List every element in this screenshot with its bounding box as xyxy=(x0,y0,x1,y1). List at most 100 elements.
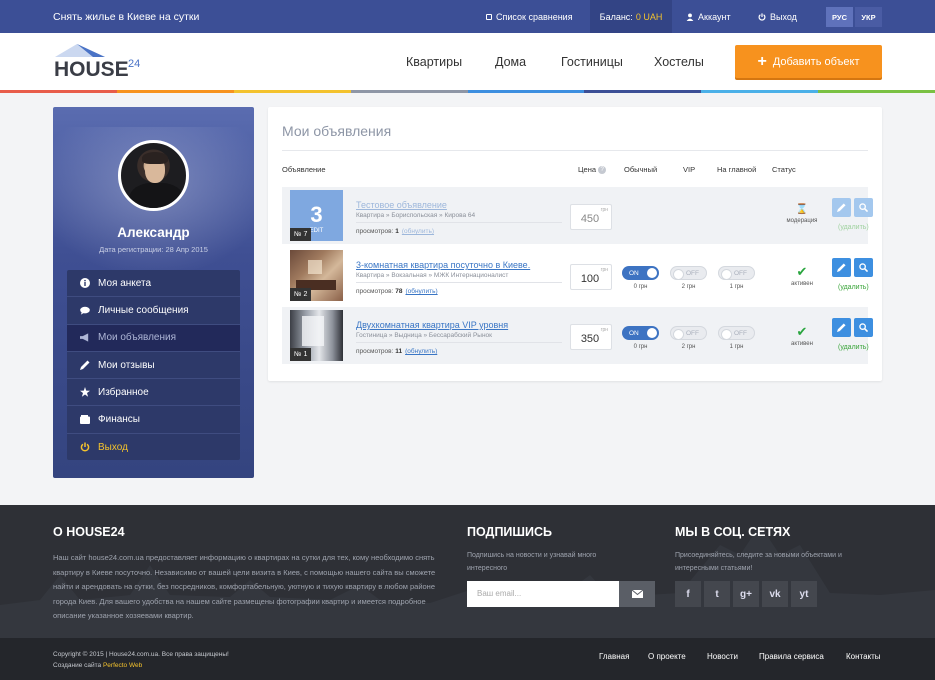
col-vip: VIP xyxy=(683,165,696,174)
listing-title[interactable]: Тестовое объявление xyxy=(356,200,447,210)
menu-my-listings[interactable]: Мои объявления xyxy=(67,324,240,352)
footer-link-contacts[interactable]: Контакты xyxy=(846,652,881,661)
copyright: Copyright © 2015 | House24.com.ua. Все п… xyxy=(53,649,229,671)
price-value: 450 xyxy=(580,213,600,225)
nav-apartments[interactable]: Квартиры xyxy=(406,55,462,69)
youtube-icon[interactable]: yt xyxy=(791,581,817,607)
price-field[interactable]: грн 100 xyxy=(570,264,612,290)
reset-views-link[interactable]: (обнулить) xyxy=(402,228,434,235)
nav-houses[interactable]: Дома xyxy=(495,55,526,69)
nav-hostels[interactable]: Хостелы xyxy=(654,55,704,69)
view-button[interactable] xyxy=(854,318,873,337)
view-button[interactable] xyxy=(854,198,873,217)
status-label: активен xyxy=(791,281,813,287)
balance-value: 0 UAH xyxy=(635,11,663,22)
menu-finances[interactable]: Финансы xyxy=(67,406,240,434)
edit-button[interactable] xyxy=(832,258,851,277)
menu-messages[interactable]: Личные сообщения xyxy=(67,297,240,325)
table-row: 3 EDIT № 7 Тестовое объявление Квартира … xyxy=(282,187,873,244)
reset-views-link[interactable]: (обнулить) xyxy=(405,348,437,355)
menu-logout[interactable]: Выход xyxy=(67,434,240,461)
delete-link[interactable]: (удалить) xyxy=(838,344,869,351)
email-input[interactable]: Ваш email... xyxy=(467,581,619,607)
vip-price-caption: 2 грн xyxy=(681,344,696,350)
subscribe-button[interactable] xyxy=(619,581,655,607)
delete-link[interactable]: (удалить) xyxy=(838,284,869,291)
listing-views: просмотров: 11 (обнулить) xyxy=(356,348,437,355)
footer-link-news[interactable]: Новости xyxy=(707,652,738,661)
compare-label: Список сравнения xyxy=(496,12,573,22)
menu-reviews[interactable]: Мои отзывы xyxy=(67,352,240,380)
footer-link-home[interactable]: Главная xyxy=(599,652,629,661)
google-plus-icon[interactable]: g+ xyxy=(733,581,759,607)
lang-ru-button[interactable]: РУС xyxy=(826,7,853,27)
avatar[interactable] xyxy=(118,140,189,211)
lang-ua-button[interactable]: УКР xyxy=(855,7,882,27)
regular-price-caption: 0 грн xyxy=(633,284,648,290)
about-title: О HOUSE24 xyxy=(53,525,125,539)
home-toggle[interactable]: OFF xyxy=(718,326,755,340)
add-object-button[interactable]: + Добавить объект xyxy=(735,45,882,78)
wallet-icon xyxy=(80,415,90,425)
price-value: 350 xyxy=(580,333,600,345)
menu-my-profile[interactable]: Моя анкета xyxy=(67,270,240,298)
edit-button[interactable] xyxy=(832,318,851,337)
user-icon xyxy=(686,13,694,21)
thumb-big-number: 3 xyxy=(310,202,323,227)
balance-box[interactable]: Баланс: 0 UAH xyxy=(590,0,672,33)
page-title: Мои объявления xyxy=(282,123,392,139)
nav-hotels[interactable]: Гостиницы xyxy=(561,55,623,69)
listing-title[interactable]: Двухкомнатная квартира VIP уровня xyxy=(356,320,508,330)
add-object-label: Добавить объект xyxy=(772,55,860,68)
price-field[interactable]: грн 350 xyxy=(570,324,612,350)
site-logo[interactable]: HOUSE 24 xyxy=(53,43,148,81)
envelope-icon xyxy=(631,590,643,598)
footer-link-about[interactable]: О проекте xyxy=(648,652,686,661)
account-link[interactable]: Аккаунт xyxy=(686,12,731,22)
listing-thumbnail[interactable]: № 1 xyxy=(290,310,343,361)
balance-label: Баланс: xyxy=(599,11,633,22)
view-button[interactable] xyxy=(854,258,873,277)
delete-link[interactable]: (удалить) xyxy=(838,224,869,231)
edit-button[interactable] xyxy=(832,198,851,217)
facebook-icon[interactable]: f xyxy=(675,581,701,607)
listing-thumbnail[interactable]: 3 EDIT № 7 xyxy=(290,190,343,241)
listing-title[interactable]: 3-комнатная квартира посуточно в Киеве. xyxy=(356,260,530,270)
regular-toggle[interactable]: ON xyxy=(622,326,659,340)
menu-label: Личные сообщения xyxy=(98,304,189,316)
registration-date: Дата регистрации: 28 Апр 2015 xyxy=(99,245,208,254)
menu-label: Выход xyxy=(98,441,128,453)
footer-link-rules[interactable]: Правила сервиса xyxy=(759,652,824,661)
power-icon xyxy=(758,13,766,21)
twitter-icon[interactable]: t xyxy=(704,581,730,607)
home-toggle[interactable]: OFF xyxy=(718,266,755,280)
views-count: 78 xyxy=(395,288,403,295)
help-icon[interactable]: ? xyxy=(598,166,607,175)
listing-thumbnail[interactable]: № 2 xyxy=(290,250,343,301)
compare-link[interactable]: Список сравнения xyxy=(486,12,573,22)
house-logo-icon: HOUSE 24 xyxy=(54,44,140,81)
profile-sidebar: Александр Дата регистрации: 28 Апр 2015 … xyxy=(53,107,254,478)
col-home: На главной xyxy=(717,165,757,174)
made-by-label: Создание сайта xyxy=(53,662,102,669)
col-price: Цена ? xyxy=(578,165,607,175)
menu-favorites[interactable]: Избранное xyxy=(67,379,240,407)
search-icon xyxy=(859,203,868,212)
logout-label: Выход xyxy=(770,12,797,22)
vip-toggle[interactable]: OFF xyxy=(670,326,707,340)
made-by-link[interactable]: Perfecto Web xyxy=(103,662,142,669)
subscribe-text: Подпишись на новости и узнавай много инт… xyxy=(467,552,597,572)
price-field[interactable]: грн 450 xyxy=(570,204,612,230)
vip-toggle[interactable]: OFF xyxy=(670,266,707,280)
logout-link[interactable]: Выход xyxy=(758,12,797,22)
vk-icon[interactable]: vk xyxy=(762,581,788,607)
menu-label: Моя анкета xyxy=(98,277,152,289)
menu-label: Избранное xyxy=(98,386,149,398)
social-title: МЫ В СОЦ. СЕТЯХ xyxy=(675,525,791,539)
listing-views: просмотров: 78 (обнулить) xyxy=(356,288,438,295)
reset-views-link[interactable]: (обнулить) xyxy=(405,288,437,295)
regular-toggle[interactable]: ON xyxy=(622,266,659,280)
site-header: HOUSE 24 Квартиры Дома Гостиницы Хостелы… xyxy=(0,33,935,90)
status-label: активен xyxy=(791,341,813,347)
color-stripe xyxy=(0,90,935,93)
